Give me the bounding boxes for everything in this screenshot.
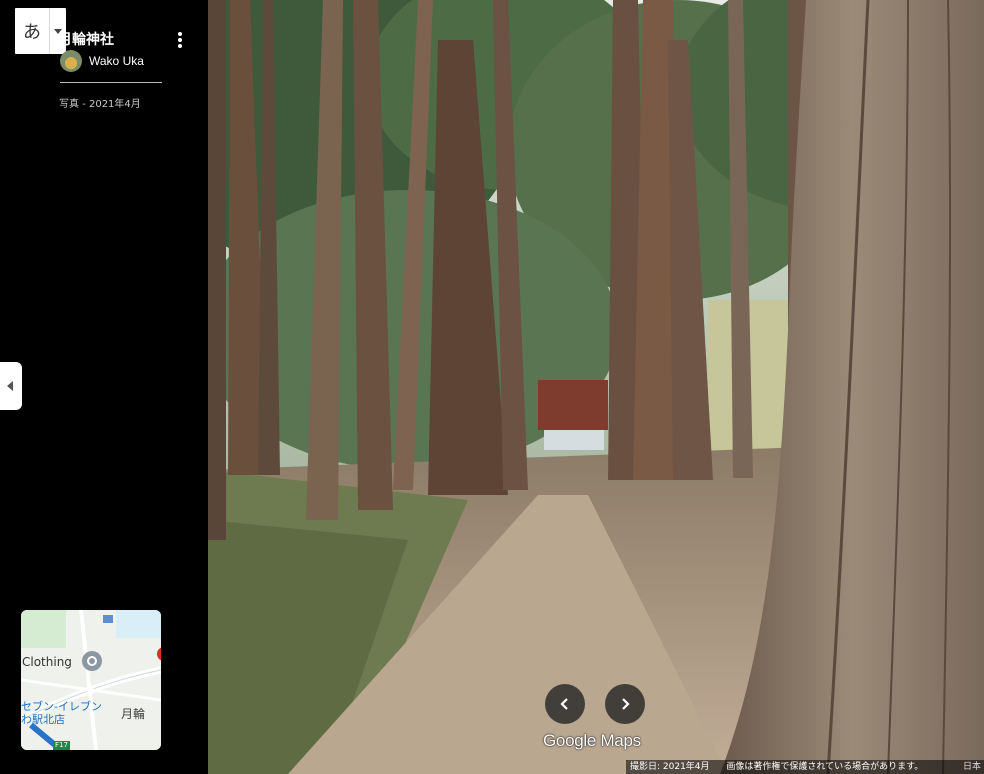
- ime-mode-widget[interactable]: あ: [15, 8, 66, 54]
- info-panel: 月輪神社 あ Wako Uka 写真 - 2021年4月 Clothing セブ…: [0, 0, 208, 774]
- map-label-store: セブン-イレブン わ駅北店: [21, 700, 102, 726]
- chevron-right-icon: [622, 698, 630, 710]
- minimap[interactable]: Clothing セブン-イレブン わ駅北店 月輪 F17: [21, 610, 161, 750]
- capture-date: 撮影日: 2021年4月: [630, 762, 710, 772]
- copyright-notice[interactable]: 画像は著作権で保護されている場合があります。: [726, 762, 923, 772]
- minimap-roads: [21, 610, 161, 750]
- next-photo-button[interactable]: [605, 684, 645, 724]
- chevron-left-icon: [7, 381, 13, 391]
- ime-mode-char: あ: [23, 22, 41, 43]
- map-label-clothing: Clothing: [22, 655, 72, 669]
- place-title: 月輪神社: [58, 32, 114, 48]
- route-badge: F17: [53, 741, 70, 750]
- chevron-left-icon: [560, 698, 568, 710]
- street-view-photo[interactable]: [208, 0, 984, 774]
- forest-path-photo: [208, 0, 984, 774]
- photo-date: 写真 - 2021年4月: [59, 99, 141, 110]
- caret-down-icon[interactable]: [50, 8, 66, 54]
- language-link[interactable]: 日本: [963, 760, 981, 774]
- map-label-town: 月輪: [121, 707, 146, 721]
- more-vert-icon[interactable]: [170, 30, 190, 52]
- photo-footer: 撮影日: 2021年4月 画像は著作権で保護されている場合があります。 日本: [626, 760, 984, 774]
- previous-photo-button[interactable]: [545, 684, 585, 724]
- collapse-panel-button[interactable]: [0, 362, 22, 410]
- google-maps-logo: Google Maps: [543, 731, 641, 750]
- divider: [60, 82, 162, 83]
- avatar[interactable]: [60, 50, 82, 72]
- author-name[interactable]: Wako Uka: [89, 54, 144, 68]
